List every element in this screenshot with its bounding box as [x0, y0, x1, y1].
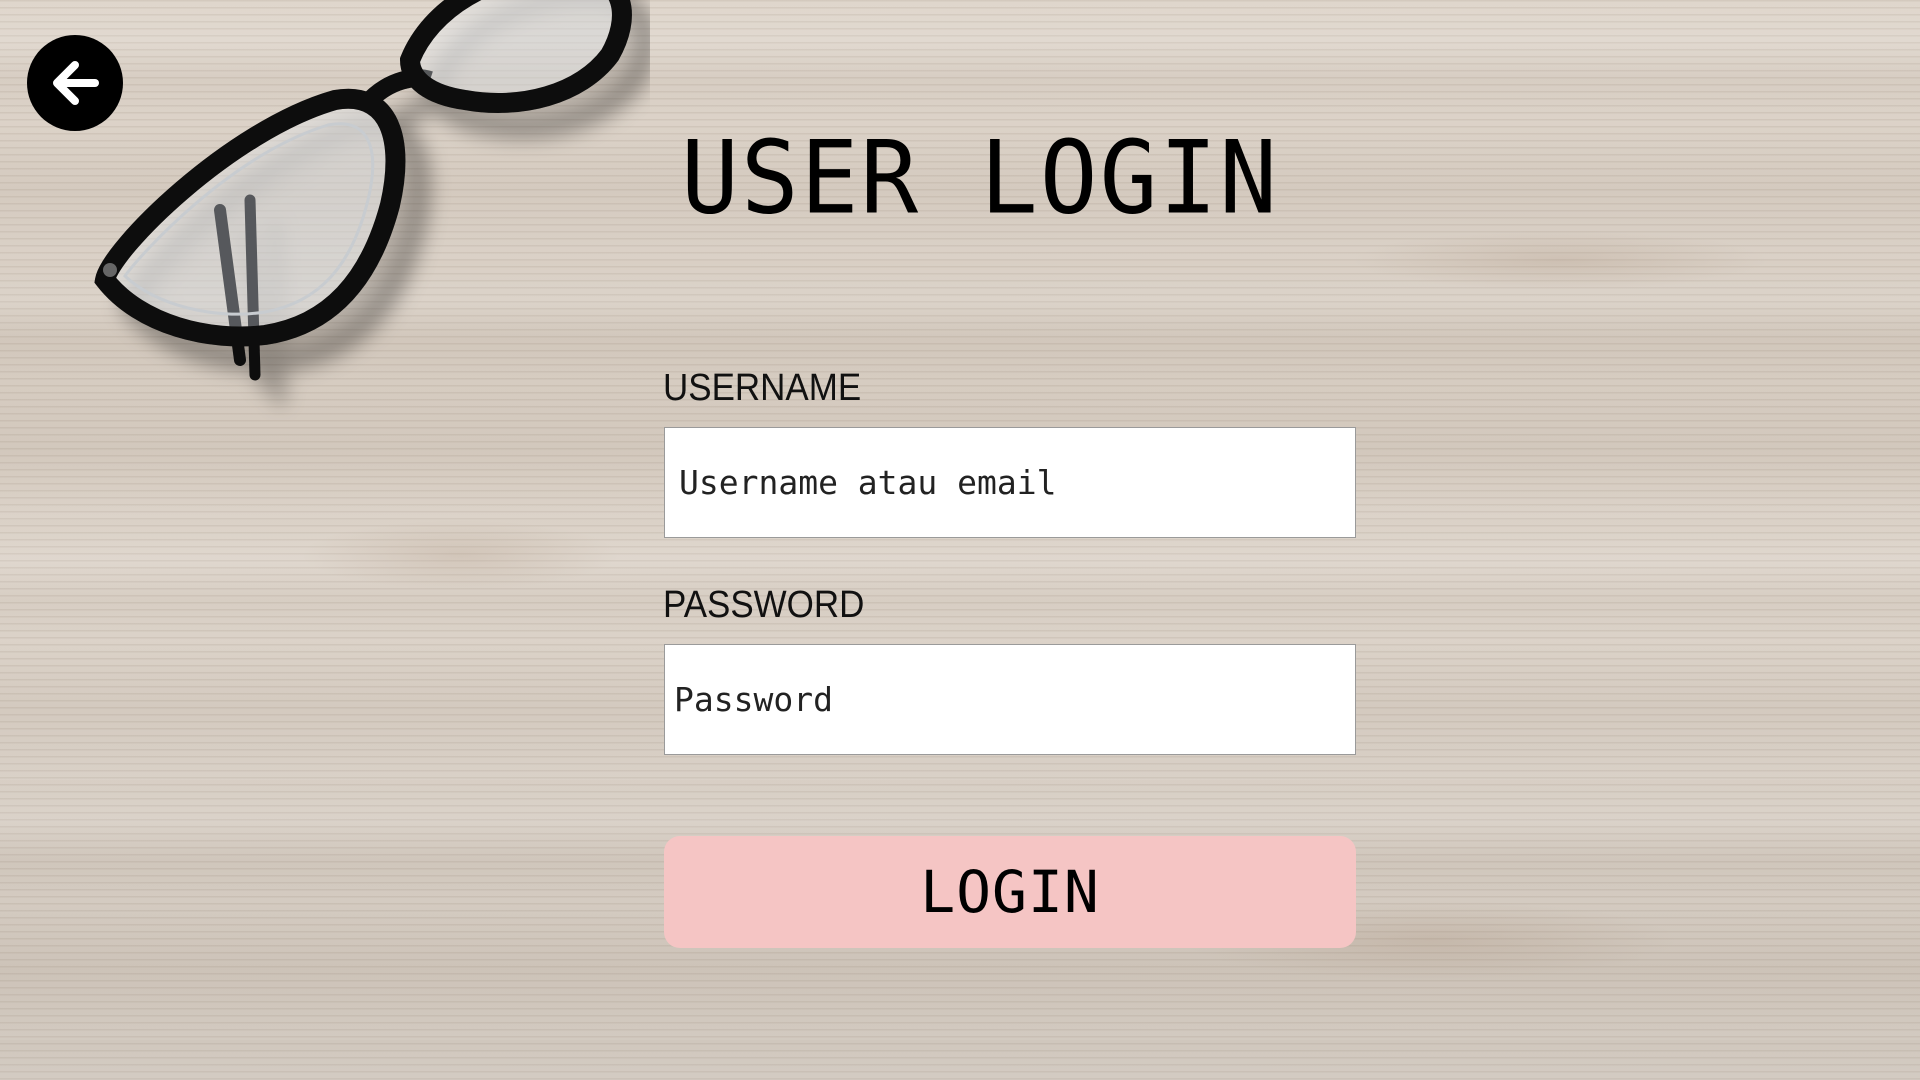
page-title: USER LOGIN [681, 119, 1279, 237]
username-label: USERNAME [663, 367, 862, 409]
wood-grain-decoration [1350, 230, 1770, 290]
wood-grain-decoration [300, 520, 620, 590]
login-page: { "header": { "title": "USER LOGIN", "ba… [0, 0, 1920, 1080]
arrow-left-icon [53, 61, 99, 105]
back-button[interactable] [27, 35, 123, 131]
password-input[interactable] [664, 644, 1356, 755]
password-label: PASSWORD [663, 584, 865, 626]
login-button[interactable]: LOGIN [664, 836, 1356, 948]
username-input[interactable] [664, 427, 1356, 538]
